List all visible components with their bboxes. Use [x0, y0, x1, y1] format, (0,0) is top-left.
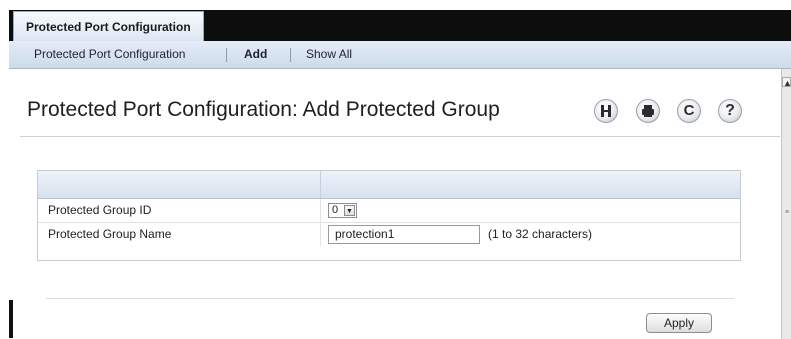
protected-group-id-value: 0 [332, 204, 339, 216]
actions-divider [46, 298, 734, 299]
cell-divider [320, 199, 321, 222]
protected-group-name-input[interactable]: protection1 [328, 225, 480, 244]
form-panel: Protected Group ID 0 ▼ Protected Group N… [37, 170, 741, 261]
header-divider [320, 171, 321, 198]
page-title: Protected Port Configuration: Add Protec… [27, 98, 500, 121]
chevron-down-icon[interactable]: ▼ [344, 205, 355, 216]
protected-group-name-label: Protected Group Name [48, 227, 172, 241]
panel-header [38, 171, 740, 199]
form-row-group-id: Protected Group ID 0 ▼ [38, 199, 740, 223]
cell-divider [320, 223, 321, 246]
vertical-scrollbar[interactable]: ▲ ≡ [781, 69, 791, 339]
scroll-grip-icon: ≡ [785, 209, 790, 216]
subnav-item-add[interactable]: Add [244, 41, 267, 68]
apply-button[interactable]: Apply [646, 313, 712, 333]
protected-group-id-select[interactable]: 0 ▼ [328, 203, 357, 218]
save-glyph [601, 105, 611, 117]
refresh-icon[interactable]: C [677, 99, 701, 123]
subnav-item-protected-port-configuration[interactable]: Protected Port Configuration [34, 41, 185, 68]
save-icon[interactable] [594, 99, 618, 123]
tab-protected-port-configuration[interactable]: Protected Port Configuration [13, 11, 204, 41]
form-row-group-name: Protected Group Name protection1 (1 to 3… [38, 223, 740, 246]
subnav-item-show-all[interactable]: Show All [306, 41, 352, 68]
protected-group-name-hint: (1 to 32 characters) [488, 227, 593, 241]
print-glyph [642, 105, 654, 117]
sub-navigation: Protected Port Configuration Add Show Al… [9, 41, 791, 69]
print-icon[interactable] [636, 99, 660, 123]
protected-group-id-label: Protected Group ID [48, 203, 152, 217]
subnav-separator [290, 48, 291, 62]
title-divider [20, 136, 780, 137]
left-edge-marker [9, 300, 13, 338]
help-icon[interactable]: ? [718, 99, 742, 123]
subnav-separator [226, 48, 227, 62]
scroll-up-arrow-icon[interactable]: ▲ [782, 77, 791, 88]
